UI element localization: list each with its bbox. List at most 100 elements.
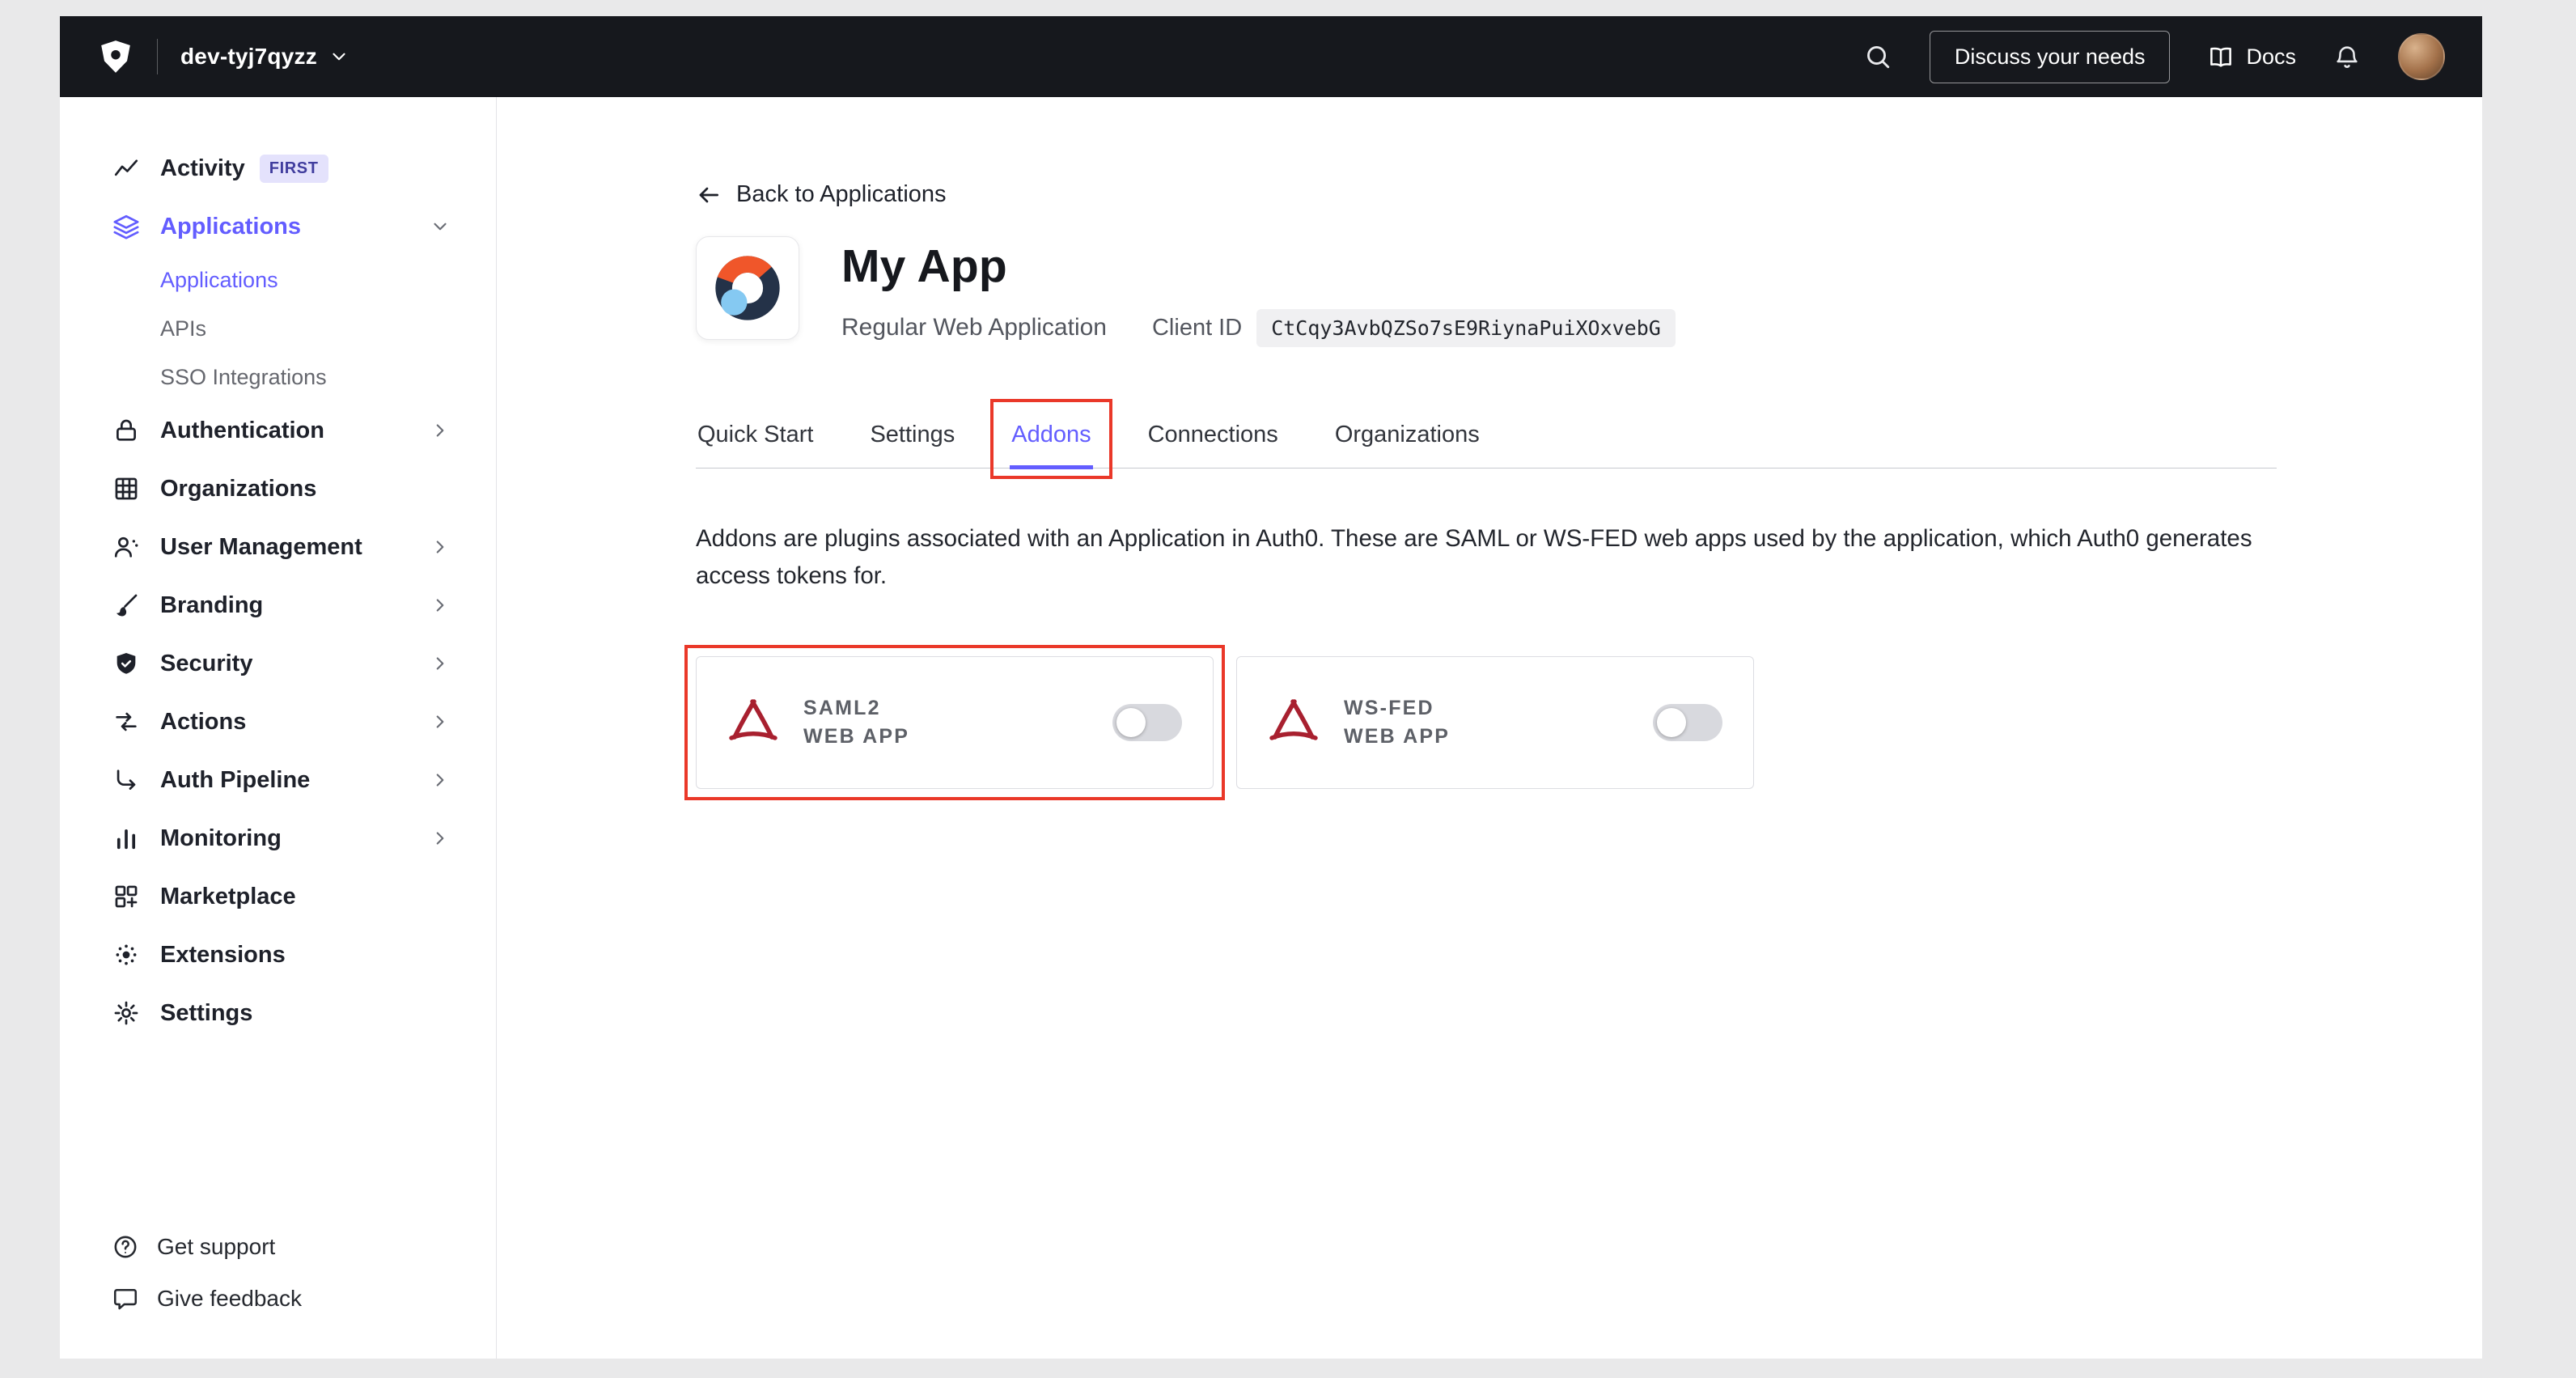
saml2-logo-icon [727, 697, 779, 748]
wsfed-logo-icon [1268, 697, 1320, 748]
back-link-label: Back to Applications [736, 181, 947, 208]
addon-name-line2: WEB APP [1344, 723, 1450, 751]
docs-link[interactable]: Docs [2207, 43, 2296, 70]
auth0-logo-icon[interactable] [97, 38, 134, 75]
sidebar-item-label: Monitoring [160, 825, 282, 852]
sidebar-item-marketplace[interactable]: Marketplace [60, 867, 496, 926]
sidebar-item-applications[interactable]: Applications [60, 197, 496, 256]
sidebar-subitem-apis[interactable]: APIs [60, 304, 496, 353]
app-type-label: Regular Web Application [841, 314, 1107, 341]
tab-settings[interactable]: Settings [868, 405, 956, 468]
saml2-title: SAML2 WEB APP [803, 694, 909, 751]
tenant-switcher[interactable]: dev-tyj7qyzz [180, 44, 350, 70]
tab-connections[interactable]: Connections [1146, 405, 1280, 468]
sidebar-item-organizations[interactable]: Organizations [60, 460, 496, 518]
tab-label: Quick Start [697, 422, 813, 447]
get-support-label: Get support [157, 1234, 275, 1260]
sidebar-subitem-sso-integrations[interactable]: SSO Integrations [60, 353, 496, 401]
tenant-name: dev-tyj7qyzz [180, 44, 317, 70]
addon-name-line2: WEB APP [803, 723, 909, 751]
addon-name-line1: WS-FED [1344, 694, 1450, 723]
sidebar-item-label: Authentication [160, 418, 324, 444]
app-logo [696, 236, 799, 340]
tab-quick-start[interactable]: Quick Start [696, 405, 815, 468]
sidebar-item-authentication[interactable]: Authentication [60, 401, 496, 460]
discuss-your-needs-button[interactable]: Discuss your needs [1930, 31, 2171, 83]
toggle-knob [1657, 708, 1686, 737]
sidebar-item-security[interactable]: Security [60, 634, 496, 693]
building-icon [112, 474, 141, 503]
sidebar-item-activity[interactable]: Activity FIRST [60, 139, 496, 197]
sidebar-item-label: Extensions [160, 942, 286, 969]
shield-icon [112, 649, 141, 678]
sidebar-item-monitoring[interactable]: Monitoring [60, 809, 496, 867]
sidebar-item-label: Applications [160, 214, 301, 240]
toggle-knob [1116, 708, 1146, 737]
pipeline-arrow-icon [112, 765, 141, 795]
auth0-dashboard-window: dev-tyj7qyzz Discuss your needs Docs [60, 16, 2482, 1359]
sidebar-subitem-label: Applications [160, 268, 278, 293]
wsfed-addon-card[interactable]: WS-FED WEB APP [1236, 656, 1754, 789]
sidebar-item-label: Security [160, 651, 252, 677]
give-feedback-label: Give feedback [157, 1286, 302, 1312]
sidebar-item-label: Actions [160, 709, 246, 736]
tab-addons[interactable]: Addons [1010, 405, 1092, 468]
saml2-addon-card[interactable]: SAML2 WEB APP [696, 656, 1214, 789]
sidebar-item-label: User Management [160, 534, 362, 561]
sidebar-item-actions[interactable]: Actions [60, 693, 496, 751]
client-id-label: Client ID [1152, 315, 1242, 341]
sidebar-item-label: Organizations [160, 476, 316, 502]
wsfed-card-wrap: WS-FED WEB APP [1236, 656, 1754, 789]
back-to-applications-link[interactable]: Back to Applications [696, 181, 947, 208]
notifications-bell-icon[interactable] [2333, 43, 2361, 70]
sidebar-item-label: Activity [160, 155, 245, 182]
user-avatar[interactable] [2398, 33, 2445, 80]
sidebar: Activity FIRST Applications Applications… [60, 97, 497, 1359]
tab-label: Organizations [1335, 422, 1480, 447]
first-badge: FIRST [260, 155, 328, 183]
sidebar-item-branding[interactable]: Branding [60, 576, 496, 634]
sidebar-item-label: Marketplace [160, 884, 296, 910]
client-id-value[interactable]: CtCqy3AvbQZSo7sE9RiynaPuiXOxvebG [1256, 309, 1676, 347]
tab-label: Connections [1148, 422, 1278, 447]
chevron-down-icon [328, 46, 350, 67]
sidebar-subitem-label: APIs [160, 316, 206, 341]
layers-icon [112, 212, 141, 241]
sidebar-subitem-applications[interactable]: Applications [60, 256, 496, 304]
sidebar-subitem-label: SSO Integrations [160, 365, 327, 390]
gear-icon [112, 999, 141, 1028]
topbar-divider [157, 39, 158, 74]
wsfed-title: WS-FED WEB APP [1344, 694, 1450, 751]
sidebar-item-user-management[interactable]: User Management [60, 518, 496, 576]
search-icon[interactable] [1863, 42, 1892, 71]
addons-description: Addons are plugins associated with an Ap… [696, 520, 2290, 595]
marketplace-grid-icon [112, 882, 141, 911]
saml2-toggle[interactable] [1112, 704, 1182, 741]
flow-arrows-icon [112, 707, 141, 736]
topbar: dev-tyj7qyzz Discuss your needs Docs [60, 16, 2482, 97]
sidebar-item-extensions[interactable]: Extensions [60, 926, 496, 984]
chevron-right-icon [430, 653, 451, 674]
sidebar-item-label: Branding [160, 592, 263, 619]
help-circle-icon [112, 1233, 139, 1261]
sidebar-item-settings[interactable]: Settings [60, 984, 496, 1042]
chevron-right-icon [430, 711, 451, 732]
get-support-link[interactable]: Get support [60, 1221, 496, 1273]
user-icon [112, 532, 141, 562]
tab-organizations[interactable]: Organizations [1333, 405, 1481, 468]
extensions-burst-icon [112, 940, 141, 969]
addon-name-line1: SAML2 [803, 694, 909, 723]
app-tabs: Quick Start Settings Addons Connections … [696, 405, 2277, 469]
chevron-right-icon [430, 536, 451, 558]
chevron-right-icon [430, 420, 451, 441]
sidebar-item-auth-pipeline[interactable]: Auth Pipeline [60, 751, 496, 809]
app-header: My App Regular Web Application Client ID… [696, 236, 2482, 347]
speech-bubble-icon [112, 1285, 139, 1312]
sidebar-item-label: Auth Pipeline [160, 767, 310, 794]
wsfed-toggle[interactable] [1653, 704, 1722, 741]
activity-icon [112, 154, 141, 183]
chevron-down-icon [430, 216, 451, 237]
give-feedback-link[interactable]: Give feedback [60, 1273, 496, 1325]
page-title-app-name: My App [841, 240, 1676, 293]
sidebar-item-label: Settings [160, 1000, 252, 1027]
